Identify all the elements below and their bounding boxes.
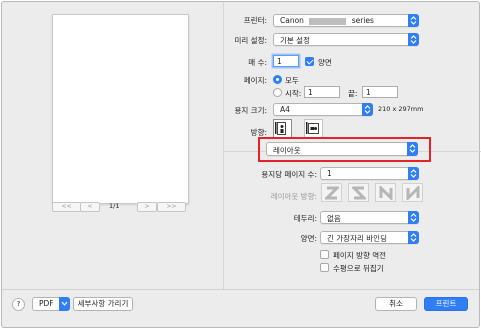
border-label: 테두리: — [293, 214, 317, 223]
popup-stepper-icon — [408, 211, 419, 224]
paper-size-popup[interactable]: A4 — [273, 103, 373, 116]
preview-prev-button[interactable]: < — [80, 202, 100, 212]
pages-from-label: 시작: — [285, 89, 302, 98]
paper-size-value: A4 — [280, 105, 290, 114]
cancel-button[interactable]: 취소 — [375, 297, 417, 311]
layout-s-icon — [352, 186, 366, 200]
pages-all-radio[interactable] — [273, 75, 282, 84]
layout-n-button — [375, 183, 396, 202]
help-button[interactable]: ? — [12, 298, 25, 311]
pages-to-value: 1 — [366, 88, 371, 97]
pages-range-radio[interactable] — [273, 88, 282, 97]
printer-label: 프린터: — [243, 16, 267, 25]
popup-stepper-icon — [408, 33, 419, 46]
reverse-orientation-checkbox[interactable] — [320, 250, 329, 259]
vertical-divider — [223, 2, 224, 289]
copies-field[interactable]: 1 — [273, 55, 299, 67]
duplex-checkbox[interactable] — [305, 57, 314, 66]
two-sided-value: 긴 가장자리 바인딩 — [327, 234, 387, 243]
popup-stepper-icon — [408, 231, 419, 244]
preview-last-button[interactable]: >> — [157, 202, 186, 212]
presets-label: 미리 설정: — [234, 36, 267, 45]
two-sided-popup[interactable]: 긴 가장자리 바인딩 — [320, 231, 419, 244]
popup-stepper-icon — [362, 103, 373, 116]
flip-horizontal-label: 수평으로 뒤집기 — [333, 264, 384, 273]
presets-popup[interactable]: 기본 설정 — [273, 33, 419, 46]
preview-page-indicator: 1/1 — [109, 202, 120, 210]
pdf-dropdown-icon — [59, 297, 70, 311]
printer-name-redacted — [309, 17, 347, 25]
copies-label: 매 수: — [248, 58, 267, 67]
preview-first-button[interactable]: << — [52, 202, 81, 212]
highlight-box — [258, 137, 431, 162]
layout-direction-label: 레이아웃 방향: — [270, 192, 317, 201]
pages-from-field[interactable]: 1 — [304, 86, 340, 98]
popup-stepper-icon — [408, 167, 419, 180]
printer-popup[interactable]: Canon series — [273, 14, 419, 27]
orientation-landscape-button[interactable] — [304, 119, 323, 138]
popup-stepper-icon — [408, 14, 419, 27]
footer-divider — [2, 289, 479, 290]
print-dialog: << < 1/1 > >> 프린터: Canon series 미리 설정: 기… — [1, 1, 481, 328]
pages-all-label: 모두 — [285, 76, 299, 85]
layout-n-icon — [379, 186, 393, 200]
border-value: 없음 — [327, 214, 341, 223]
orientation-portrait-button[interactable] — [273, 119, 292, 138]
landscape-icon — [306, 122, 319, 134]
preview-next-button[interactable]: > — [137, 202, 157, 212]
hide-details-button[interactable]: 세부사항 가리기 — [73, 297, 133, 311]
layout-z-icon — [325, 186, 339, 200]
pages-per-sheet-label: 용지당 페이지 수: — [261, 170, 317, 179]
pdf-label: PDF — [39, 299, 54, 308]
paper-size-label: 용지 크기: — [234, 106, 267, 115]
layout-mirror-n-icon — [406, 186, 420, 200]
pages-per-sheet-popup[interactable]: 1 — [320, 167, 419, 180]
two-sided-label: 양면: — [300, 234, 317, 243]
portrait-icon — [275, 122, 286, 135]
layout-mirror-n-button — [402, 183, 423, 202]
pages-label: 페이지: — [243, 76, 267, 85]
presets-value: 기본 설정 — [280, 36, 310, 45]
printer-name-suffix: series — [351, 16, 374, 25]
flip-horizontal-checkbox[interactable] — [320, 263, 329, 272]
copies-value: 1 — [277, 57, 282, 66]
pages-per-sheet-value: 1 — [327, 169, 332, 178]
pdf-button[interactable]: PDF — [32, 297, 70, 311]
layout-z-button — [321, 183, 342, 202]
print-button[interactable]: 프린트 — [424, 297, 468, 311]
pages-from-value: 1 — [308, 88, 313, 97]
layout-s-button — [348, 183, 369, 202]
reverse-orientation-label: 페이지 방향 역전 — [333, 251, 387, 260]
preview-page — [52, 14, 189, 204]
pages-to-field[interactable]: 1 — [362, 86, 398, 98]
pages-to-label: 끝: — [348, 89, 358, 98]
paper-size-dimensions: 210 x 297mm — [378, 105, 424, 113]
border-popup[interactable]: 없음 — [320, 211, 419, 224]
printer-name-prefix: Canon — [280, 16, 304, 25]
printer-name: Canon series — [280, 16, 374, 25]
duplex-label: 양면 — [318, 58, 332, 67]
